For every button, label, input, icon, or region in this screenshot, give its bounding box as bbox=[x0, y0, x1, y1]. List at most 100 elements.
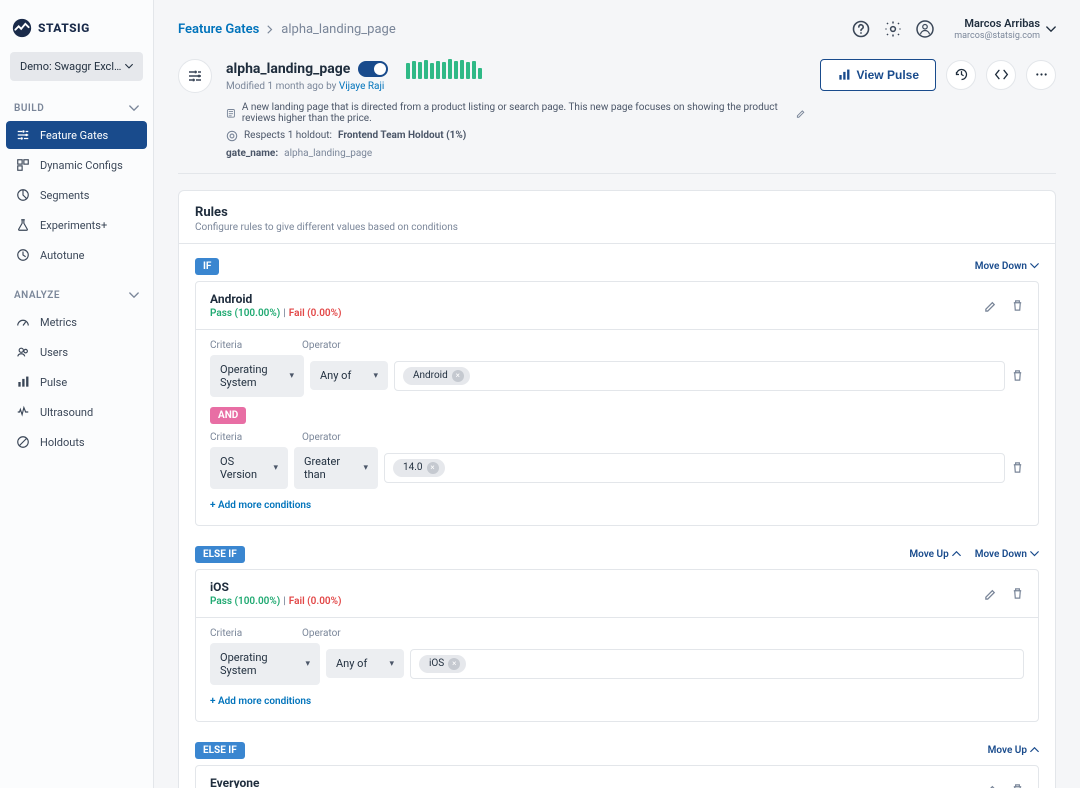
sidebar-item-label: Dynamic Configs bbox=[40, 159, 123, 172]
flask-icon bbox=[16, 218, 30, 232]
move-down-link[interactable]: Move Down bbox=[975, 261, 1039, 272]
sidebar-item-users[interactable]: Users bbox=[6, 338, 147, 366]
sidebar-item-label: Feature Gates bbox=[40, 129, 108, 142]
elseif-chip: ELSE IF bbox=[195, 546, 245, 563]
note-icon bbox=[226, 107, 236, 119]
add-condition-link[interactable]: + Add more conditions bbox=[210, 696, 311, 707]
view-pulse-button[interactable]: View Pulse bbox=[820, 59, 936, 91]
ultrasound-icon bbox=[16, 405, 30, 419]
move-up-link[interactable]: Move Up bbox=[909, 549, 960, 560]
nav-section-analyze[interactable]: ANALYZE bbox=[6, 284, 147, 307]
breadcrumb-root[interactable]: Feature Gates bbox=[178, 22, 259, 37]
settings-button[interactable] bbox=[884, 20, 902, 38]
rules-card: Rules Configure rules to give different … bbox=[178, 190, 1056, 788]
bar-chart-icon bbox=[16, 375, 30, 389]
operator-select[interactable]: Any of▾ bbox=[326, 649, 404, 678]
user-menu[interactable]: Marcos Arribas marcos@statsig.com bbox=[954, 18, 1056, 41]
sidebar-item-ultrasound[interactable]: Ultrasound bbox=[6, 398, 147, 426]
sidebar-item-autotune[interactable]: Autotune bbox=[6, 241, 147, 269]
sidebar-item-metrics[interactable]: Metrics bbox=[6, 308, 147, 336]
elseif-chip: ELSE IF bbox=[195, 742, 245, 759]
sidebar-item-dynamic-configs[interactable]: Dynamic Configs bbox=[6, 151, 147, 179]
criteria-label: Criteria bbox=[210, 432, 302, 443]
gate-actions: View Pulse bbox=[820, 59, 1056, 91]
sidebar-item-pulse[interactable]: Pulse bbox=[6, 368, 147, 396]
modified-by-link[interactable]: Vijaye Raji bbox=[339, 81, 384, 92]
nav-section-build[interactable]: BUILD bbox=[6, 97, 147, 120]
rule-summary[interactable]: iOS Pass (100.00%)|Fail (0.00%) bbox=[196, 570, 1038, 617]
project-selector-label: Demo: Swaggr Exclusive ... bbox=[20, 60, 125, 73]
chevron-down-icon bbox=[129, 105, 139, 112]
remove-tag-icon[interactable]: × bbox=[452, 370, 464, 382]
sidebar-item-experiments[interactable]: Experiments+ bbox=[6, 211, 147, 239]
criteria-label: Criteria bbox=[210, 340, 302, 351]
help-button[interactable] bbox=[852, 20, 870, 38]
edit-icon[interactable] bbox=[984, 587, 997, 600]
operator-label: Operator bbox=[302, 340, 394, 351]
sidebar-item-label: Experiments+ bbox=[40, 219, 107, 232]
value-input[interactable]: Android× bbox=[394, 361, 1005, 391]
edit-icon[interactable] bbox=[796, 107, 806, 119]
segment-icon bbox=[16, 188, 30, 202]
trash-icon[interactable] bbox=[1011, 783, 1024, 788]
delete-condition-icon[interactable] bbox=[1011, 369, 1024, 382]
project-selector[interactable]: Demo: Swaggr Exclusive ... bbox=[10, 52, 143, 81]
gate-enabled-toggle[interactable] bbox=[358, 61, 388, 77]
remove-tag-icon[interactable]: × bbox=[427, 462, 439, 474]
operator-select[interactable]: Any of▾ bbox=[310, 361, 388, 390]
move-up-link[interactable]: Move Up bbox=[988, 745, 1039, 756]
rule-passfail: Pass (100.00%)|Fail (0.00%) bbox=[210, 308, 342, 319]
sidebar-item-label: Metrics bbox=[40, 316, 77, 329]
value-tag: iOS× bbox=[419, 655, 466, 673]
edit-icon[interactable] bbox=[984, 783, 997, 788]
move-down-link[interactable]: Move Down bbox=[975, 549, 1039, 560]
brand-logo[interactable]: STATSIG bbox=[6, 10, 147, 52]
value-input[interactable]: iOS× bbox=[410, 649, 1024, 679]
account-button[interactable] bbox=[916, 20, 934, 38]
rule-summary[interactable]: Android Pass (100.00%)|Fail (0.00%) bbox=[196, 282, 1038, 329]
users-icon bbox=[16, 345, 30, 359]
trash-icon[interactable] bbox=[1011, 299, 1024, 312]
chevron-down-icon bbox=[125, 63, 133, 70]
rule-name: Everyone bbox=[210, 776, 342, 788]
add-condition-link[interactable]: + Add more conditions bbox=[210, 500, 311, 511]
criteria-select[interactable]: OS Version▾ bbox=[210, 447, 288, 489]
gate-modified-line: Modified 1 month ago by Vijaye Raji bbox=[226, 81, 806, 92]
criteria-select[interactable]: Operating System▾ bbox=[210, 355, 304, 397]
more-button[interactable] bbox=[1026, 60, 1056, 90]
gate-sparkline bbox=[406, 59, 482, 79]
criteria-label: Criteria bbox=[210, 628, 302, 639]
gate-header: alpha_landing_page Modified 1 month ago … bbox=[178, 55, 1056, 174]
remove-tag-icon[interactable]: × bbox=[448, 658, 460, 670]
sidebar-item-feature-gates[interactable]: Feature Gates bbox=[6, 121, 147, 149]
if-chip: IF bbox=[195, 258, 219, 275]
rules-subtitle: Configure rules to give different values… bbox=[195, 222, 1039, 233]
target-icon bbox=[226, 130, 238, 142]
operator-select[interactable]: Greater than▾ bbox=[294, 447, 378, 489]
gate-holdout-row: Respects 1 holdout: Frontend Team Holdou… bbox=[226, 130, 806, 142]
sliders-icon bbox=[16, 128, 30, 142]
rule-passfail: Pass (100.00%)|Fail (0.00%) bbox=[210, 596, 342, 607]
rules-card-header: Rules Configure rules to give different … bbox=[179, 191, 1055, 244]
brand-name: STATSIG bbox=[38, 21, 90, 35]
chevron-right-icon bbox=[267, 25, 273, 34]
edit-icon[interactable] bbox=[984, 299, 997, 312]
holdout-name[interactable]: Frontend Team Holdout (1%) bbox=[338, 130, 466, 141]
delete-condition-icon[interactable] bbox=[1011, 461, 1024, 474]
holdout-icon bbox=[16, 435, 30, 449]
code-button[interactable] bbox=[986, 60, 1016, 90]
gauge-icon bbox=[16, 315, 30, 329]
rule-name: iOS bbox=[210, 580, 342, 594]
sidebar-item-label: Segments bbox=[40, 189, 89, 202]
sidebar-item-holdouts[interactable]: Holdouts bbox=[6, 428, 147, 456]
value-input[interactable]: 14.0× bbox=[384, 453, 1005, 483]
criteria-select[interactable]: Operating System▾ bbox=[210, 643, 320, 685]
value-tag: 14.0× bbox=[393, 459, 445, 477]
condition-row: Operating System▾ Any of▾ iOS× bbox=[210, 643, 1024, 685]
gate-name-value: alpha_landing_page bbox=[284, 148, 372, 159]
rule-summary[interactable]: Everyone Pass (10.00%)|Fail (90.00%) bbox=[196, 766, 1038, 788]
operator-label: Operator bbox=[302, 628, 394, 639]
sidebar-item-segments[interactable]: Segments bbox=[6, 181, 147, 209]
history-button[interactable] bbox=[946, 60, 976, 90]
trash-icon[interactable] bbox=[1011, 587, 1024, 600]
